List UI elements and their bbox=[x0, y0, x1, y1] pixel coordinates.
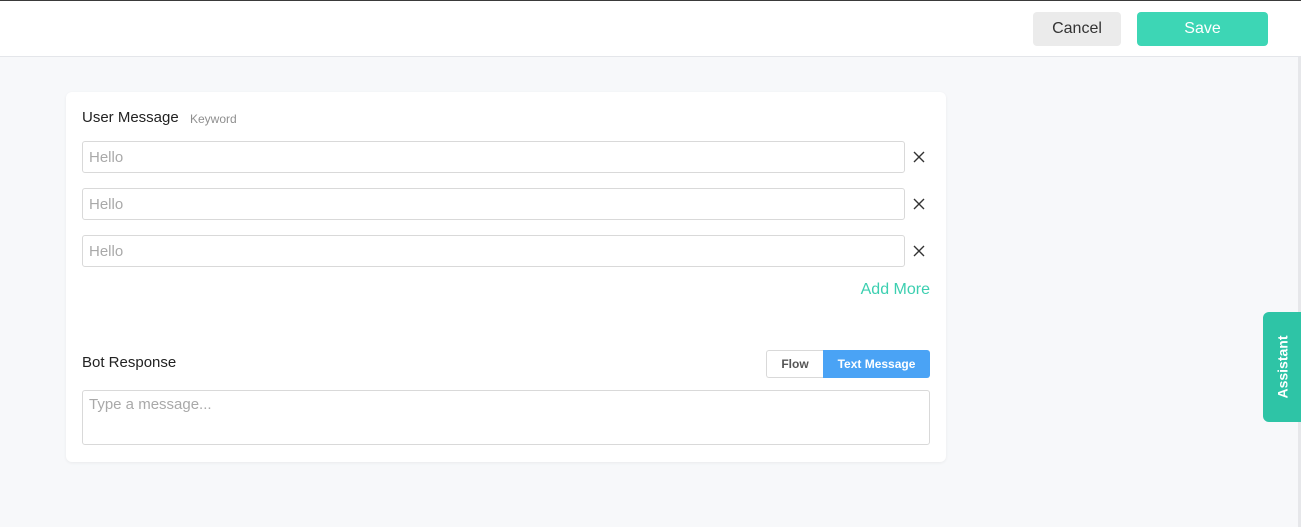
message-textarea[interactable] bbox=[82, 390, 930, 445]
assistant-tab[interactable]: Assistant bbox=[1263, 312, 1301, 422]
keyword-row bbox=[82, 188, 930, 220]
keyword-card: User Message Keyword Add More Bot Respon… bbox=[66, 92, 946, 462]
keyword-row bbox=[82, 235, 930, 267]
response-type-toggle: Flow Text Message bbox=[766, 350, 930, 378]
add-more-link[interactable]: Add More bbox=[861, 281, 930, 299]
page: Cancel Save User Message Keyword Add Mor… bbox=[0, 0, 1301, 527]
bot-response-title: Bot Response bbox=[82, 354, 177, 371]
keyword-label: Keyword bbox=[190, 112, 237, 126]
close-icon[interactable] bbox=[910, 148, 928, 166]
keyword-input[interactable] bbox=[82, 188, 905, 220]
close-icon[interactable] bbox=[910, 195, 928, 213]
cancel-button[interactable]: Cancel bbox=[1033, 12, 1121, 46]
keyword-row bbox=[82, 141, 930, 173]
top-header: Cancel Save bbox=[0, 0, 1301, 57]
keyword-input[interactable] bbox=[82, 235, 905, 267]
close-icon[interactable] bbox=[910, 242, 928, 260]
text-message-option[interactable]: Text Message bbox=[823, 350, 930, 378]
user-message-title: User Message bbox=[82, 109, 179, 126]
save-button[interactable]: Save bbox=[1137, 12, 1268, 46]
flow-option[interactable]: Flow bbox=[766, 350, 823, 378]
assistant-label: Assistant bbox=[1275, 335, 1291, 399]
keyword-input[interactable] bbox=[82, 141, 905, 173]
